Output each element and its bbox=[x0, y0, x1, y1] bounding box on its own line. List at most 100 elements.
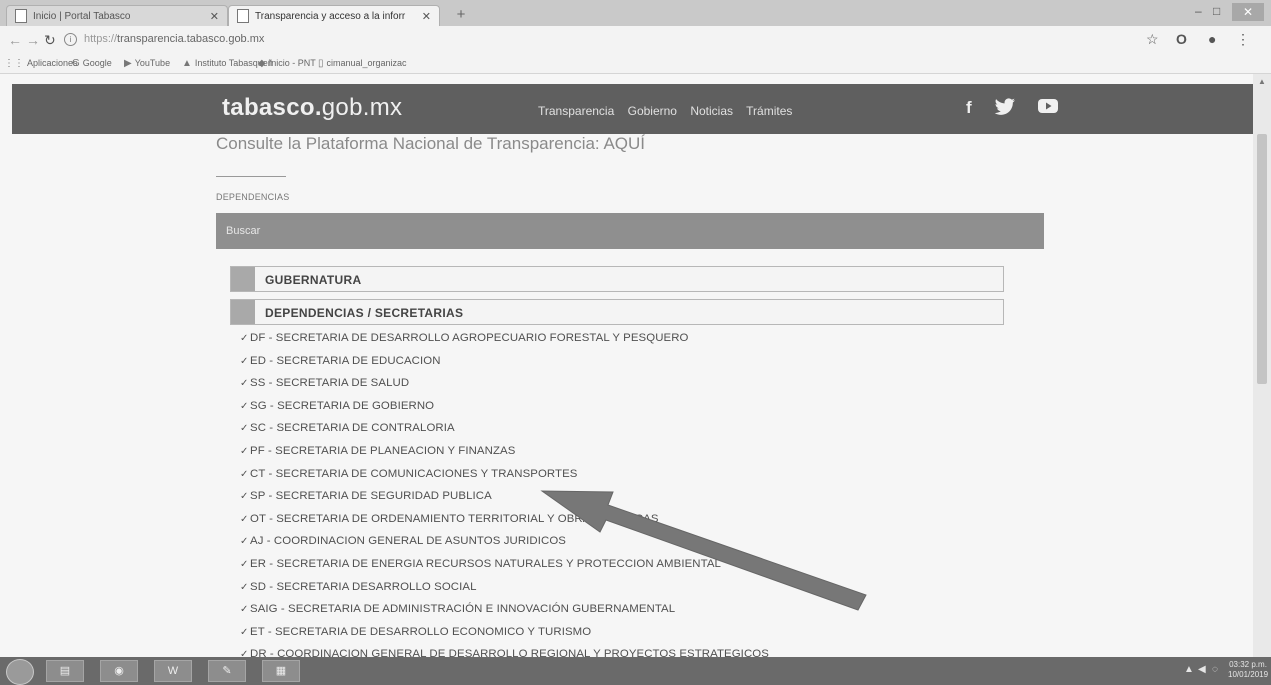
apps-icon: ⋮⋮ bbox=[4, 58, 24, 69]
list-item[interactable]: ✓ SS - SECRETARIA DE SALUD bbox=[240, 377, 769, 400]
expand-toggle-icon[interactable] bbox=[231, 300, 255, 324]
maximize-button[interactable]: □ bbox=[1213, 4, 1220, 18]
close-tab-icon[interactable]: ✕ bbox=[210, 10, 219, 23]
check-icon: ✓ bbox=[240, 626, 249, 638]
institute-icon: ▲ bbox=[182, 58, 192, 69]
bookmark-google[interactable]: G Google bbox=[72, 58, 112, 69]
word-icon[interactable]: W bbox=[154, 660, 192, 682]
clock-time: 03:32 p.m. bbox=[1229, 660, 1267, 669]
youtube-icon[interactable] bbox=[1038, 98, 1058, 119]
check-icon: ✓ bbox=[240, 400, 249, 412]
search-input[interactable]: Buscar bbox=[216, 213, 1044, 249]
check-icon: ✓ bbox=[240, 468, 249, 480]
expand-toggle-icon[interactable] bbox=[231, 267, 255, 291]
nav-tramites[interactable]: Trámites bbox=[746, 104, 792, 118]
windows-taskbar: ▤ ◉ W ✎ ▦ ▲ ◀ ◌ 03:32 p.m. 10/01/2019 bbox=[0, 657, 1271, 685]
folder-icon[interactable]: ▤ bbox=[46, 660, 84, 682]
check-icon: ✓ bbox=[240, 513, 249, 525]
check-icon: ✓ bbox=[240, 604, 249, 616]
browser-tab-strip: Inicio | Portal Tabasco ✕ Transparencia … bbox=[0, 0, 1271, 26]
volume-icon[interactable]: ◀ bbox=[1198, 664, 1206, 675]
close-window-button[interactable]: ✕ bbox=[1232, 3, 1264, 21]
close-tab-icon[interactable]: ✕ bbox=[422, 10, 431, 23]
list-item[interactable]: ✓ AJ - COORDINACION GENERAL DE ASUNTOS JU… bbox=[240, 535, 769, 558]
photos-icon[interactable]: ▦ bbox=[262, 660, 300, 682]
check-icon: ✓ bbox=[240, 581, 249, 593]
page-favicon-icon bbox=[237, 9, 249, 23]
bookmark-pnt[interactable]: ◆ Inicio - PNT bbox=[258, 58, 316, 69]
info-icon[interactable]: i bbox=[64, 33, 77, 46]
facebook-icon[interactable]: f bbox=[966, 98, 972, 118]
page-favicon-icon bbox=[15, 9, 27, 23]
tab-title: Inicio | Portal Tabasco bbox=[33, 10, 131, 22]
list-item[interactable]: ✓ DR - COORDINACION GENERAL DE DESARROLLO… bbox=[240, 648, 769, 657]
check-icon: ✓ bbox=[240, 491, 249, 503]
site-header: tabasco.gob.mx Transparencia Gobierno No… bbox=[12, 84, 1253, 134]
list-item[interactable]: ✓ ED - SECRETARIA DE EDUCACION bbox=[240, 355, 769, 378]
check-icon: ✓ bbox=[240, 445, 249, 457]
bookmarks-bar: ⋮⋮ Aplicaciones G Google ▶ YouTube ▲ Institu… bbox=[0, 54, 1271, 74]
search-placeholder: Buscar bbox=[226, 225, 261, 237]
google-icon: G bbox=[72, 58, 80, 69]
check-icon: ✓ bbox=[240, 536, 249, 548]
dependencias-list: ✓ DF - SECRETARIA DE DESARROLLO AGROPECUA… bbox=[240, 332, 769, 657]
list-item[interactable]: ✓ DF - SECRETARIA DE DESARROLLO AGROPECUA… bbox=[240, 332, 769, 355]
bookmark-cimanual[interactable]: ▯ cimanual_organizac bbox=[318, 58, 407, 69]
taskbar-clock[interactable]: 03:32 p.m. 10/01/2019 bbox=[1228, 660, 1268, 680]
minimize-button[interactable]: – bbox=[1195, 4, 1202, 18]
profile-icon[interactable]: ● bbox=[1208, 31, 1216, 47]
list-item[interactable]: ✓ SG - SECRETARIA DE GOBIERNO bbox=[240, 400, 769, 423]
list-item[interactable]: ✓ PF - SECRETARIA DE PLANEACION Y FINANZA… bbox=[240, 445, 769, 468]
list-item-seguridad-publica[interactable]: ✓ SP - SECRETARIA DE SEGURIDAD PUBLICA bbox=[240, 490, 769, 513]
check-icon: ✓ bbox=[240, 355, 249, 367]
page-viewport: tabasco.gob.mx Transparencia Gobierno No… bbox=[0, 74, 1253, 657]
opera-extension-icon[interactable]: O bbox=[1176, 31, 1187, 47]
list-item[interactable]: ✓ OT - SECRETARIA DE ORDENAMIENTO TERRITO… bbox=[240, 513, 769, 536]
check-icon: ✓ bbox=[240, 649, 249, 657]
accordion-label: DEPENDENCIAS / SECRETARIAS bbox=[265, 306, 464, 320]
url-field[interactable]: https://transparencia.tabasco.gob.mx bbox=[84, 33, 264, 45]
accordion-gubernatura[interactable]: GUBERNATURA bbox=[230, 266, 1004, 292]
list-item[interactable]: ✓ SC - SECRETARIA DE CONTRALORIA bbox=[240, 422, 769, 445]
forward-arrow-icon[interactable]: → bbox=[26, 32, 40, 48]
check-icon: ✓ bbox=[240, 333, 249, 344]
youtube-icon: ▶ bbox=[124, 58, 132, 69]
list-item[interactable]: ✓ ET - SECRETARIA DE DESARROLLO ECONOMICO… bbox=[240, 626, 769, 649]
accordion-dependencias-secretarias[interactable]: DEPENDENCIAS / SECRETARIAS bbox=[230, 299, 1004, 325]
tray-arrow-icon[interactable]: ▲ bbox=[1184, 664, 1194, 675]
browser-tab-transparencia[interactable]: Transparencia y acceso a la inforr ✕ bbox=[228, 5, 440, 26]
main-nav: Transparencia Gobierno Noticias Trámites bbox=[538, 104, 802, 118]
site-logo[interactable]: tabasco.gob.mx bbox=[222, 94, 402, 122]
bookmark-aplicaciones[interactable]: ⋮⋮ Aplicaciones bbox=[4, 58, 78, 69]
nav-noticias[interactable]: Noticias bbox=[690, 104, 733, 118]
browser-tab-inicio[interactable]: Inicio | Portal Tabasco ✕ bbox=[6, 5, 228, 26]
url-scheme: https:// bbox=[84, 33, 118, 45]
bookmark-youtube[interactable]: ▶ YouTube bbox=[124, 58, 170, 69]
reload-icon[interactable]: ↻ bbox=[44, 32, 56, 49]
list-item[interactable]: ✓ CT - SECRETARIA DE COMUNICACIONES Y TRA… bbox=[240, 468, 769, 491]
bookmark-star-icon[interactable]: ☆ bbox=[1146, 31, 1159, 48]
section-label-dependencias: DEPENDENCIAS bbox=[216, 192, 290, 202]
divider bbox=[216, 176, 286, 177]
twitter-icon[interactable] bbox=[994, 98, 1016, 121]
nav-transparencia[interactable]: Transparencia bbox=[538, 104, 614, 118]
accordion-label: GUBERNATURA bbox=[265, 273, 362, 287]
network-icon[interactable]: ◌ bbox=[1212, 664, 1218, 675]
check-icon: ✓ bbox=[240, 378, 249, 390]
nav-gobierno[interactable]: Gobierno bbox=[628, 104, 677, 118]
browser-menu-icon[interactable]: ⋮ bbox=[1236, 31, 1250, 48]
list-item[interactable]: ✓ SD - SECRETARIA DESARROLLO SOCIAL bbox=[240, 581, 769, 604]
start-button[interactable] bbox=[6, 659, 34, 685]
page-scrollbar[interactable]: ▲ bbox=[1253, 74, 1271, 657]
tab-title: Transparencia y acceso a la inforr bbox=[255, 10, 406, 22]
new-tab-button[interactable]: + bbox=[450, 7, 472, 23]
scrollbar-thumb[interactable] bbox=[1257, 134, 1267, 384]
chrome-icon[interactable]: ◉ bbox=[100, 660, 138, 682]
pnt-heading-partial[interactable]: Consulte la Plataforma Nacional de Trans… bbox=[216, 134, 645, 154]
list-item[interactable]: ✓ SAIG - SECRETARIA DE ADMINISTRACIÓN E I… bbox=[240, 603, 769, 626]
list-item[interactable]: ✓ ER - SECRETARIA DE ENERGIA RECURSOS NAT… bbox=[240, 558, 769, 581]
scroll-up-icon[interactable]: ▲ bbox=[1258, 77, 1266, 86]
paint-icon[interactable]: ✎ bbox=[208, 660, 246, 682]
url-host: transparencia.tabasco.gob.mx bbox=[117, 33, 265, 45]
back-arrow-icon[interactable]: ← bbox=[8, 32, 22, 48]
